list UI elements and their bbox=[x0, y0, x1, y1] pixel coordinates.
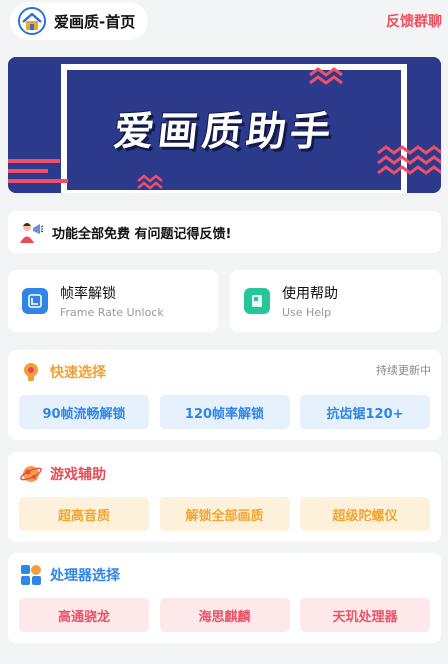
banner[interactable]: 爱画质助手 bbox=[8, 57, 441, 193]
banner-title: 爱画质助手 bbox=[111, 109, 337, 155]
dimensity-button[interactable]: 天玑处理器 bbox=[300, 598, 430, 632]
header: 爱画质-首页 反馈群聊 bbox=[0, 0, 448, 42]
game-assist-section: 游戏辅助 超高音质 解锁全部画质 超级陀螺仪 bbox=[8, 452, 441, 542]
house-logo-icon bbox=[18, 7, 46, 35]
lightbulb-icon bbox=[20, 361, 42, 383]
unlock-120fps-button[interactable]: 120帧率解锁 bbox=[159, 395, 290, 429]
use-help-card[interactable]: 使用帮助 Use Help bbox=[230, 270, 441, 332]
use-help-subtitle: Use Help bbox=[282, 306, 332, 319]
megaphone-person-icon bbox=[18, 219, 44, 245]
frame-rate-unlock-card[interactable]: 帧率解锁 Frame Rate Unlock bbox=[8, 270, 218, 332]
unlock-90fps-button[interactable]: 90帧流畅解锁 bbox=[19, 395, 149, 429]
snapdragon-button[interactable]: 高通骁龙 bbox=[19, 598, 149, 632]
processor-icon bbox=[20, 564, 42, 586]
help-book-icon bbox=[244, 288, 270, 314]
notice-text: 功能全部免费 有问题记得反馈! bbox=[52, 226, 232, 242]
planet-icon bbox=[20, 463, 42, 485]
feedback-group-link[interactable]: 反馈群聊 bbox=[386, 11, 442, 31]
use-help-title: 使用帮助 bbox=[282, 286, 338, 302]
processor-select-section: 处理器选择 高通骁龙 海思麒麟 天玑处理器 bbox=[8, 553, 441, 643]
processor-select-title: 处理器选择 bbox=[50, 568, 120, 584]
anti-aliasing-button[interactable]: 抗齿锯120+ bbox=[300, 395, 430, 429]
kirin-button[interactable]: 海思麒麟 bbox=[159, 598, 290, 632]
frame-rate-icon bbox=[22, 288, 48, 314]
super-gyroscope-button[interactable]: 超级陀螺仪 bbox=[300, 497, 430, 531]
updating-label: 持续更新中 bbox=[376, 364, 431, 377]
page-title: 爱画质-首页 bbox=[54, 12, 136, 31]
game-assist-title: 游戏辅助 bbox=[50, 467, 106, 483]
unlock-all-quality-button[interactable]: 解锁全部画质 bbox=[159, 497, 290, 531]
quick-select-title: 快速选择 bbox=[50, 365, 106, 381]
quick-select-section: 快速选择 持续更新中 90帧流畅解锁 120帧率解锁 抗齿锯120+ bbox=[8, 350, 441, 440]
ultra-audio-button[interactable]: 超高音质 bbox=[19, 497, 149, 531]
frame-rate-title: 帧率解锁 bbox=[60, 286, 116, 302]
frame-rate-subtitle: Frame Rate Unlock bbox=[60, 306, 164, 319]
home-title-pill[interactable]: 爱画质-首页 bbox=[10, 2, 148, 40]
notice-bar: 功能全部免费 有问题记得反馈! bbox=[8, 211, 441, 253]
